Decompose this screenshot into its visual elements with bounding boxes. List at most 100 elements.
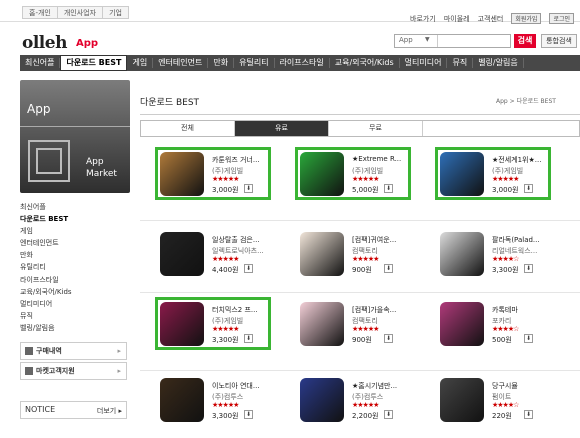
download-icon[interactable]: ⬇: [384, 264, 393, 273]
tab-paid[interactable]: 유료: [235, 121, 329, 136]
olleh-logo[interactable]: olleh: [22, 33, 67, 53]
download-icon[interactable]: ⬇: [244, 264, 253, 273]
download-icon[interactable]: ⬇: [524, 410, 533, 419]
sidebar-item-education[interactable]: 교육/외국어/Kids: [20, 286, 130, 298]
app-name[interactable]: [컴팩]가을속...: [352, 305, 410, 315]
top-tab-enterprise[interactable]: 기업: [102, 6, 129, 19]
sidebar-item-download-best[interactable]: 다운로드 BEST: [20, 213, 130, 225]
download-icon[interactable]: ⬇: [524, 334, 533, 343]
notice-title: NOTICE: [25, 405, 56, 414]
app-card[interactable]: 일상탈출 검은... 일렉트로닉아츠... ★★★★★ 4,400원 ⬇: [160, 232, 300, 286]
app-name[interactable]: 당구시뮬: [492, 381, 550, 391]
shortcut-link[interactable]: 바로가기: [410, 14, 436, 24]
app-name[interactable]: 팔라독(Palad...: [492, 235, 550, 245]
sidebar-item-comics[interactable]: 만화: [20, 249, 130, 261]
tab-all[interactable]: 전체: [141, 121, 235, 136]
app-card[interactable]: 터치믹스2 프... (주)게임빌 ★★★★★ 3,300원 ⬇: [155, 297, 300, 356]
notice-more-link[interactable]: 더보기 ▸: [97, 406, 122, 416]
sidebar-item-music[interactable]: 뮤직: [20, 310, 130, 322]
app-icon[interactable]: [300, 302, 344, 346]
top-tab-personal[interactable]: 홈-개인: [22, 6, 57, 19]
app-icon[interactable]: [440, 232, 484, 276]
app-icon[interactable]: [440, 152, 484, 196]
app-icon[interactable]: [160, 302, 204, 346]
nav-music[interactable]: 뮤직: [447, 58, 474, 68]
app-card[interactable]: 당구시뮬 펌이트 ★★★★☆ 220원 ⬇: [440, 378, 580, 432]
download-icon[interactable]: ⬇: [524, 264, 533, 273]
app-card[interactable]: [컴팩]가을속... 컴팩토리 ★★★★★ 900원 ⬇: [300, 302, 440, 356]
nav-education[interactable]: 교육/외국어/Kids: [330, 58, 400, 68]
sidebar-item-entertainment[interactable]: 엔터테인먼트: [20, 237, 130, 249]
app-name[interactable]: [컴팩]귀여운...: [352, 235, 410, 245]
app-price: 3,300원: [212, 336, 239, 344]
login-button[interactable]: 로그인: [549, 13, 574, 24]
app-card[interactable]: ★홈시기념만... (주)컴투스 ★★★★★ 2,200원 ⬇: [300, 378, 440, 432]
nav-entertainment[interactable]: 엔터테인먼트: [153, 58, 209, 68]
app-icon[interactable]: [160, 152, 204, 196]
app-icon[interactable]: [440, 302, 484, 346]
nav-utility[interactable]: 유틸리티: [234, 58, 275, 68]
sidebar-item-utility[interactable]: 유틸리티: [20, 261, 130, 273]
chevron-right-icon: ▸: [117, 367, 121, 376]
search-box[interactable]: App ▼: [394, 34, 511, 48]
my-olleh-link[interactable]: 마이올레: [444, 14, 470, 24]
purchase-history-button[interactable]: 구매내역 ▸: [20, 342, 127, 361]
download-icon[interactable]: ⬇: [384, 410, 393, 419]
app-icon[interactable]: [300, 232, 344, 276]
download-icon[interactable]: ⬇: [384, 334, 393, 343]
app-card[interactable]: 이노티아 연대... (주)컴투스 ★★★★★ 3,300원 ⬇: [160, 378, 300, 432]
app-name[interactable]: 카툰워즈 거너...: [212, 155, 270, 165]
app-name[interactable]: ★홈시기념만...: [352, 381, 410, 391]
top-tab-business[interactable]: 개인사업자: [56, 6, 103, 19]
app-name[interactable]: ★전세계1위★...: [492, 155, 550, 165]
app-card[interactable]: 카톡테마 포카리 ★★★★☆ 500원 ⬇: [440, 302, 580, 356]
download-icon[interactable]: ⬇: [524, 184, 533, 193]
app-icon[interactable]: [300, 152, 344, 196]
download-icon[interactable]: ⬇: [244, 334, 253, 343]
app-card[interactable]: 카툰워즈 거너... (주)게임빌 ★★★★★ 3,000원 ⬇: [155, 147, 300, 206]
nav-ringtone[interactable]: 벨링/알림음: [473, 58, 524, 68]
app-card[interactable]: 팔라독(Palad... 리얼네트웍스... ★★★★☆ 3,300원 ⬇: [440, 232, 580, 286]
nav-comics[interactable]: 만화: [208, 58, 235, 68]
star-rating: ★★★★★: [212, 401, 239, 409]
search-button[interactable]: 검색: [514, 34, 536, 48]
nav-multimedia[interactable]: 멀티미디어: [400, 58, 448, 68]
app-name[interactable]: 카톡테마: [492, 305, 550, 315]
customer-center-link[interactable]: 고객센터: [478, 14, 504, 24]
sidebar-item-game[interactable]: 게임: [20, 225, 130, 237]
sidebar-item-latest[interactable]: 최신어플: [20, 201, 130, 213]
market-support-button[interactable]: 마켓고객지원 ▸: [20, 362, 127, 381]
chevron-right-icon: ▸: [117, 347, 121, 356]
app-card[interactable]: [컴팩]귀여운... 컴팩토리 ★★★★★ 900원 ⬇: [300, 232, 440, 286]
search-category-select[interactable]: App: [399, 36, 413, 44]
app-icon[interactable]: [160, 232, 204, 276]
sidebar-item-ringtone[interactable]: 벨링/알림음: [20, 322, 130, 334]
integrated-search-button[interactable]: 통합검색: [541, 34, 577, 48]
app-card[interactable]: ★Extreme R... (주)게임빌 ★★★★★ 5,000원 ⬇: [295, 147, 440, 206]
nav-latest[interactable]: 최신어플: [20, 58, 61, 68]
nav-lifestyle[interactable]: 라이프스타일: [275, 58, 330, 68]
row-divider: [140, 220, 580, 221]
app-icon[interactable]: [300, 378, 344, 422]
app-icon[interactable]: [440, 378, 484, 422]
search-input[interactable]: [437, 35, 509, 47]
top-links: 바로가기 마이올레 고객센터 회원가입 로그인: [410, 13, 574, 24]
nav-download-best[interactable]: 다운로드 BEST: [60, 55, 128, 71]
download-icon[interactable]: ⬇: [244, 184, 253, 193]
sidebar-item-lifestyle[interactable]: 라이프스타일: [20, 274, 130, 286]
nav-game[interactable]: 게임: [127, 58, 154, 68]
app-name[interactable]: ★Extreme R...: [352, 155, 410, 163]
app-name[interactable]: 이노티아 연대...: [212, 381, 270, 391]
tab-free[interactable]: 무료: [329, 121, 423, 136]
app-name[interactable]: 터치믹스2 프...: [212, 305, 270, 315]
star-rating: ★★★★★: [212, 255, 239, 263]
signup-button[interactable]: 회원가입: [511, 13, 542, 24]
sidebar: App App Market 최신어플 다운로드 BEST 게임 엔터테인먼트 만…: [20, 80, 130, 381]
sidebar-item-multimedia[interactable]: 멀티미디어: [20, 298, 130, 310]
app-icon[interactable]: [160, 378, 204, 422]
app-card[interactable]: ★전세계1위★... (주)게임빌 ★★★★★ 3,000원 ⬇: [435, 147, 580, 206]
download-icon[interactable]: ⬇: [384, 184, 393, 193]
app-name[interactable]: 일상탈출 검은...: [212, 235, 270, 245]
download-icon[interactable]: ⬇: [244, 410, 253, 419]
app-price: 3,000원: [492, 186, 519, 194]
